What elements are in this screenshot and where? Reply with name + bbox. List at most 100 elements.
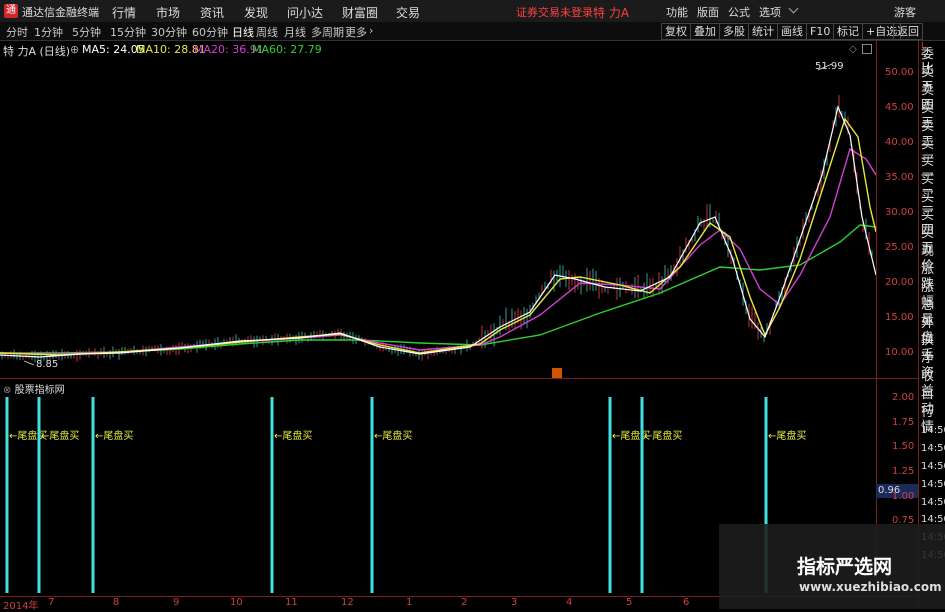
guest-label[interactable]: 游客 — [894, 4, 916, 20]
menu-jiaoyi[interactable]: 交易 — [396, 4, 420, 21]
price-axis-divider — [876, 41, 877, 581]
price-tick: 10.00 — [885, 347, 914, 358]
x-tick: 6 — [683, 597, 690, 608]
x-tick: 11 — [285, 597, 298, 608]
ma20-line — [0, 147, 876, 355]
ma10-line — [0, 117, 876, 356]
menu-wenxiaoda[interactable]: 问小达 — [287, 4, 323, 21]
signal-label: ←尾盘买 — [644, 429, 682, 442]
ma60-value: MA60: 27.79 — [252, 43, 322, 56]
fuquan-button[interactable]: 复权 — [661, 23, 691, 40]
period-fenshi[interactable]: 分时 — [6, 24, 28, 40]
menu-hangqing[interactable]: 行情 — [112, 4, 136, 21]
period-weekly[interactable]: 周线 — [256, 24, 278, 40]
high-annotation: 51.99 — [815, 61, 844, 72]
x-tick: 1 — [406, 597, 413, 608]
period-1min[interactable]: 1分钟 — [34, 24, 63, 40]
period-toolbar: 分时 1分钟 5分钟 15分钟 30分钟 60分钟 日线 周线 月线 多周期 更… — [0, 22, 945, 41]
menu-xuanxiang[interactable]: 选项 — [759, 4, 781, 20]
menu-zixun[interactable]: 资讯 — [200, 4, 224, 21]
sidebar-item[interactable]: 14:50 — [921, 459, 945, 474]
x-tick: 4 — [566, 597, 573, 608]
menu-shichang[interactable]: 市场 — [156, 4, 180, 21]
signal-bar — [91, 397, 95, 593]
x-tick: 5 — [626, 597, 633, 608]
signal-bar — [608, 397, 612, 593]
duogu-button[interactable]: 多股 — [719, 23, 749, 40]
biaoji-button[interactable]: 标记 — [833, 23, 863, 40]
mail-icon[interactable] — [788, 3, 799, 14]
price-chart[interactable]: 51.99 8.85 — [0, 57, 876, 378]
app-title: 通达信金融终端 — [22, 6, 99, 19]
price-tick: 50.00 — [885, 67, 914, 78]
watermark-title: 指标严选网 — [797, 556, 893, 578]
x-tick: 9 — [173, 597, 180, 608]
sidebar-item[interactable]: 14:50 — [921, 477, 945, 492]
x-tick: 8 — [113, 597, 120, 608]
sidebar-item[interactable]: 14:50 — [921, 441, 945, 456]
watermark-url: www.xuezhibiao.com — [799, 580, 942, 594]
low-arrow — [23, 360, 35, 366]
indicator-tick: 1.50 — [892, 441, 915, 452]
price-tick: 35.00 — [885, 172, 914, 183]
period-daily[interactable]: 日线 — [232, 24, 254, 40]
tongji-button[interactable]: 统计 — [748, 23, 778, 40]
signal-bar — [270, 397, 274, 593]
price-tick: 20.00 — [885, 277, 914, 288]
x-tick: 7 — [48, 597, 55, 608]
signal-label: ←尾盘买 — [41, 429, 79, 442]
maximize-icon[interactable] — [862, 44, 872, 54]
price-tick: 40.00 — [885, 137, 914, 148]
indicator-tick: 1.00 — [892, 491, 915, 502]
diamond-icon[interactable]: ◇ — [849, 44, 857, 55]
indicator-tick: 2.00 — [892, 392, 915, 403]
menu-banmian[interactable]: 版面 — [697, 4, 719, 20]
x-tick: 3 — [511, 597, 518, 608]
indicator-tick: 1.75 — [892, 417, 915, 428]
ma5-line — [0, 105, 876, 358]
signal-bar — [640, 397, 644, 593]
stock-title: 特 力A — [593, 6, 630, 20]
menu-gongshi[interactable]: 公式 — [728, 4, 750, 20]
candlesticks — [1, 95, 873, 363]
ma60-line — [0, 224, 876, 354]
signal-bars: ←尾盘买←尾盘买 ←尾盘买 ←尾盘买 ←尾盘买 ←尾盘买←尾盘买 ←尾盘买 — [5, 397, 806, 593]
period-more[interactable]: 更多 — [345, 24, 367, 40]
period-5min[interactable]: 5分钟 — [72, 24, 101, 40]
signal-bar — [37, 397, 41, 593]
pane-divider — [0, 378, 918, 379]
x-tick: 2014年 — [3, 601, 39, 612]
huaxian-button[interactable]: 画线 — [777, 23, 807, 40]
event-marker-icon[interactable] — [552, 368, 562, 378]
chevron-right-icon[interactable]: › — [369, 24, 373, 37]
x-tick: 12 — [341, 597, 354, 608]
signal-bar — [370, 397, 374, 593]
indicator-tick: 1.25 — [892, 466, 915, 477]
sidebar-item[interactable]: 14:50 — [921, 423, 945, 438]
app-logo-icon: 通 — [4, 4, 18, 18]
price-tick: 15.00 — [885, 312, 914, 323]
settings-icon[interactable]: ⊕ — [70, 43, 79, 56]
f10-button[interactable]: F10 — [806, 23, 835, 40]
signal-label: ←尾盘买 — [768, 429, 806, 442]
back-button[interactable]: 返回 — [893, 23, 923, 40]
period-15min[interactable]: 15分钟 — [110, 24, 146, 40]
x-tick: 10 — [230, 597, 243, 608]
period-monthly[interactable]: 月线 — [284, 24, 306, 40]
period-60min[interactable]: 60分钟 — [192, 24, 228, 40]
signal-label: ←尾盘买 — [374, 429, 412, 442]
menu-gongneng[interactable]: 功能 — [666, 4, 688, 20]
price-tick: 30.00 — [885, 207, 914, 218]
diejia-button[interactable]: 叠加 — [690, 23, 720, 40]
period-30min[interactable]: 30分钟 — [151, 24, 187, 40]
low-annotation: 8.85 — [36, 359, 58, 370]
menu-caifuquan[interactable]: 财富圈 — [342, 4, 378, 21]
login-warning[interactable]: 证券交易未登录 — [516, 4, 593, 20]
x-tick: 2 — [461, 597, 468, 608]
price-tick: 25.00 — [885, 242, 914, 253]
signal-label: ←尾盘买 — [274, 429, 312, 442]
sidebar-item[interactable]: 14:50 — [921, 495, 945, 510]
menu-faxian[interactable]: 发现 — [244, 4, 268, 21]
period-multi[interactable]: 多周期 — [311, 24, 344, 40]
signal-bar — [5, 397, 9, 593]
